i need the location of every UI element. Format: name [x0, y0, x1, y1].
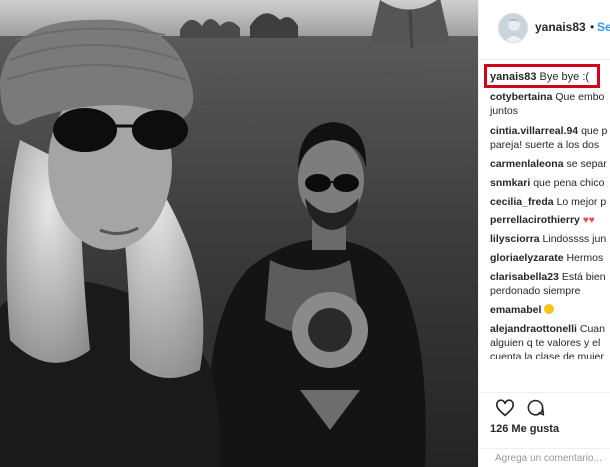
comment: gloriaelyzarate Hermos — [490, 251, 603, 265]
avatar[interactable] — [498, 13, 528, 43]
comment: clarisabella23 Está bien — [490, 270, 606, 284]
comment-text: Lindossss jun — [542, 233, 607, 245]
comments-panel: yanais83 • Seguir yanais83 Bye bye :( co… — [478, 0, 610, 467]
header-username[interactable]: yanais83 — [535, 20, 586, 34]
caption-text: Bye bye :( — [539, 71, 590, 83]
comment-text: Lo mejor p — [556, 196, 607, 208]
comment-text: Hermos — [566, 252, 604, 264]
comment-continuation: juntos — [490, 105, 519, 117]
comment-username[interactable]: cotybertaina — [490, 91, 552, 103]
comment-text: se separ — [566, 158, 607, 170]
comment-username[interactable]: gloriaelyzarate — [490, 252, 564, 264]
comment: alejandraottonelli Cuan — [490, 322, 605, 336]
comment-text: Cuan — [579, 323, 605, 335]
post-photo — [0, 0, 478, 467]
follow-button[interactable]: Seguir — [597, 20, 610, 34]
comment-continuation: cuenta la clase de mujer — [490, 351, 604, 363]
smile-emoji-icon — [544, 304, 555, 314]
comment-continuation: pareja! suerte a los dos — [490, 139, 600, 151]
comment: cintia.villarreal.94 que p — [490, 124, 607, 138]
comment-username[interactable]: cecilia_freda — [490, 196, 554, 208]
comment-username[interactable]: alejandraottonelli — [490, 323, 577, 335]
comment-username[interactable]: cintia.villarreal.94 — [490, 125, 578, 137]
comment-text: que pena chico — [533, 177, 605, 189]
comment: cotybertaina Que embo — [490, 90, 604, 104]
comment-username[interactable]: lilysciorra — [490, 233, 540, 245]
comment-bubble-icon[interactable] — [526, 399, 545, 423]
comment-username[interactable]: clarisabella23 — [490, 271, 559, 283]
heart-emoji-icon: ♥♥ — [582, 215, 595, 226]
comment-username[interactable]: snmkari — [490, 177, 530, 189]
post-header: yanais83 • Seguir — [479, 0, 610, 60]
caption: yanais83 Bye bye :( — [490, 70, 589, 84]
comment: perrellacirothierry ♥♥ — [490, 213, 595, 228]
heart-icon[interactable] — [495, 399, 515, 422]
comment-username[interactable]: carmenlaleona — [490, 158, 564, 170]
caption-username[interactable]: yanais83 — [490, 71, 536, 83]
add-comment-bar: Agrega un comentario... — [479, 448, 610, 467]
comment-text: Que embo — [555, 91, 605, 103]
add-comment-input[interactable]: Agrega un comentario... — [495, 453, 602, 464]
header-separator: • — [590, 20, 595, 34]
comment: cecilia_freda Lo mejor p — [490, 195, 606, 209]
comment: snmkari que pena chico — [490, 176, 604, 190]
comment: emamabel — [490, 303, 555, 317]
comment-continuation: alguien q te valores y el — [490, 337, 601, 349]
comment-username[interactable]: emamabel — [490, 304, 541, 316]
comment-username[interactable]: perrellacirothierry — [490, 214, 580, 226]
comment-text: Está bien — [561, 271, 606, 283]
comment: carmenlaleona se separ — [490, 157, 607, 171]
comment-text: que p — [581, 125, 608, 137]
likes-count[interactable]: 126 Me gusta — [490, 423, 559, 435]
comment: lilysciorra Lindossss jun — [490, 232, 606, 246]
action-bar — [479, 392, 610, 422]
comment-continuation: perdonado siempre — [490, 285, 581, 297]
